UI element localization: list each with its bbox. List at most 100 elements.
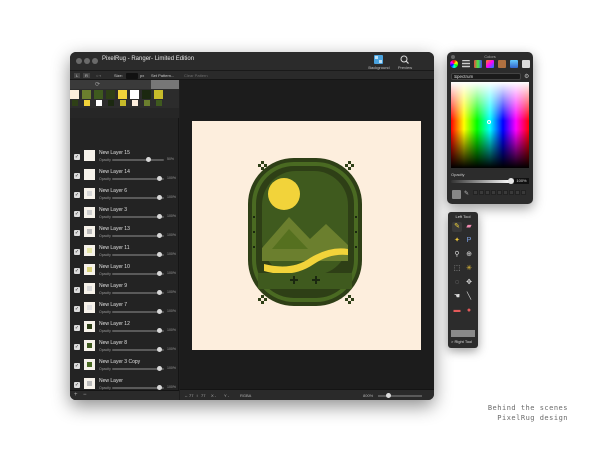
layer-visibility-checkbox[interactable]: ✓ [74, 306, 80, 312]
layer-opacity-slider[interactable] [112, 347, 164, 352]
set-pattern-button[interactable]: Set Pattern... [151, 73, 174, 78]
image-palette-icon[interactable] [510, 60, 518, 68]
picker-tool[interactable]: ⚲ [452, 250, 462, 260]
remove-layer-icon[interactable]: − [83, 392, 87, 398]
layer-visibility-checkbox[interactable]: ✓ [74, 211, 80, 217]
layer-opacity-knob[interactable] [157, 195, 163, 200]
palette-swatch[interactable] [106, 90, 115, 99]
layer-opacity-knob[interactable] [157, 309, 163, 314]
layer-row[interactable]: ✓ New Layer 7 Opacity 100% [70, 300, 179, 319]
layer-name[interactable]: New Layer 13 [99, 226, 130, 232]
spectrum-cursor[interactable] [487, 120, 491, 124]
layer-visibility-checkbox[interactable]: ✓ [74, 268, 80, 274]
palette-swatch[interactable] [144, 100, 150, 106]
layer-row[interactable]: ✓ New Layer 3 Copy Opacity 100% [70, 357, 179, 376]
layer-visibility-checkbox[interactable]: ✓ [74, 230, 80, 236]
layer-opacity-knob[interactable] [157, 347, 163, 352]
layer-opacity-knob[interactable] [157, 252, 163, 257]
layer-name[interactable]: New Layer 10 [99, 264, 130, 270]
layer-visibility-checkbox[interactable]: ✓ [74, 325, 80, 331]
layer-opacity-slider[interactable] [112, 214, 164, 219]
color-mode-select[interactable]: Spectrum ⌄ [451, 73, 521, 80]
move-tool[interactable]: ✥ [464, 278, 474, 288]
sliders-icon[interactable] [462, 60, 470, 68]
opacity-slider[interactable] [451, 178, 514, 184]
layer-row[interactable]: ✓ New Layer 8 Opacity 100% [70, 338, 179, 357]
palette-swatch[interactable] [142, 90, 151, 99]
eraser-tool[interactable]: ▰ [464, 222, 474, 232]
hand-tool[interactable]: ☚ [452, 292, 462, 302]
layer-opacity-knob[interactable] [157, 366, 163, 371]
saved-swatch[interactable] [497, 190, 502, 195]
minimize-button[interactable] [84, 58, 90, 64]
zoom-slider-knob[interactable] [386, 393, 391, 398]
saved-swatch[interactable] [491, 190, 496, 195]
saved-swatch[interactable] [503, 190, 508, 195]
layer-opacity-knob[interactable] [157, 328, 163, 333]
layer-row[interactable]: ✓ New Layer 13 Opacity 100% [70, 224, 179, 243]
layer-opacity-knob[interactable] [157, 233, 163, 238]
layer-opacity-slider[interactable] [112, 157, 164, 162]
palette-swatch[interactable] [120, 100, 126, 106]
zoom-button[interactable] [92, 58, 98, 64]
layer-visibility-checkbox[interactable]: ✓ [74, 363, 80, 369]
saved-swatch[interactable] [521, 190, 526, 195]
layer-row[interactable]: ✓ New Layer 14 Opacity 100% [70, 167, 179, 186]
layer-opacity-slider[interactable] [112, 385, 164, 390]
layer-name[interactable]: New Layer 8 [99, 340, 127, 346]
layer-opacity-knob[interactable] [145, 157, 151, 162]
palette-swatch[interactable] [156, 100, 162, 106]
palette-swatch[interactable] [132, 100, 138, 106]
ellipse-tool[interactable]: ● [464, 306, 474, 316]
layer-row[interactable]: ✓ New Layer 11 Opacity 100% [70, 243, 179, 262]
pattern-tool[interactable]: P [464, 236, 474, 246]
saved-swatch[interactable] [515, 190, 520, 195]
opacity-value[interactable]: 100% [514, 178, 529, 184]
layer-row[interactable]: ✓ New Layer 6 Opacity 100% [70, 186, 179, 205]
layer-name[interactable]: New Layer 6 [99, 188, 127, 194]
tool-color-bar[interactable] [451, 330, 475, 337]
layer-opacity-knob[interactable] [157, 290, 163, 295]
layer-opacity-knob[interactable] [157, 214, 163, 219]
layer-row[interactable]: ✓ New Layer 3 Opacity 100% [70, 205, 179, 224]
refresh-icon[interactable]: ⟳ [95, 81, 100, 88]
zoom-tool[interactable]: ⊕ [464, 250, 474, 260]
saved-swatch[interactable] [509, 190, 514, 195]
current-color-swatch[interactable] [452, 190, 461, 199]
layer-name[interactable]: New Layer 9 [99, 283, 127, 289]
marquee-tool[interactable]: ⬚ [452, 264, 462, 274]
palette-swatch[interactable] [94, 90, 103, 99]
palette-swatch[interactable] [96, 100, 102, 106]
add-layer-icon[interactable]: + [74, 392, 78, 398]
saved-swatch[interactable] [473, 190, 478, 195]
magic-wand-tool[interactable]: ✳ [464, 264, 474, 274]
layer-opacity-slider[interactable] [112, 233, 164, 238]
clear-pattern-button[interactable]: Clear Pattern [184, 73, 208, 78]
layer-name[interactable]: New Layer 12 [99, 321, 130, 327]
palette-swatch[interactable] [118, 90, 127, 99]
layer-row[interactable]: ✓ New Layer 15 Opacity 50% [70, 148, 179, 167]
layer-name[interactable]: New Layer 3 Copy [99, 359, 140, 365]
palette-swatch[interactable] [130, 90, 139, 99]
settings-icon[interactable]: ⚙ [524, 73, 529, 80]
layer-opacity-slider[interactable] [112, 366, 164, 371]
brush-shape-icon[interactable]: ◌ ‹ [96, 73, 101, 78]
layer-name[interactable]: New Layer [99, 378, 123, 384]
color-wheel-icon[interactable] [450, 60, 458, 68]
layer-visibility-checkbox[interactable]: ✓ [74, 344, 80, 350]
palette-swatch[interactable] [108, 100, 114, 106]
palette-swatch[interactable] [70, 90, 79, 99]
background-button[interactable]: Background [368, 54, 390, 70]
layer-opacity-slider[interactable] [112, 290, 164, 295]
spectrum-picker[interactable] [451, 82, 529, 168]
layer-opacity-slider[interactable] [112, 176, 164, 181]
layer-row[interactable]: ✓ New Layer 9 Opacity 100% [70, 281, 179, 300]
layer-opacity-slider[interactable] [112, 252, 164, 257]
palette-swatch[interactable] [154, 90, 163, 99]
layer-opacity-slider[interactable] [112, 271, 164, 276]
layer-name[interactable]: New Layer 14 [99, 169, 130, 175]
layer-visibility-checkbox[interactable]: ✓ [74, 173, 80, 179]
close-button[interactable] [76, 58, 82, 64]
layer-name[interactable]: New Layer 11 [99, 245, 129, 251]
saved-swatch[interactable] [485, 190, 490, 195]
